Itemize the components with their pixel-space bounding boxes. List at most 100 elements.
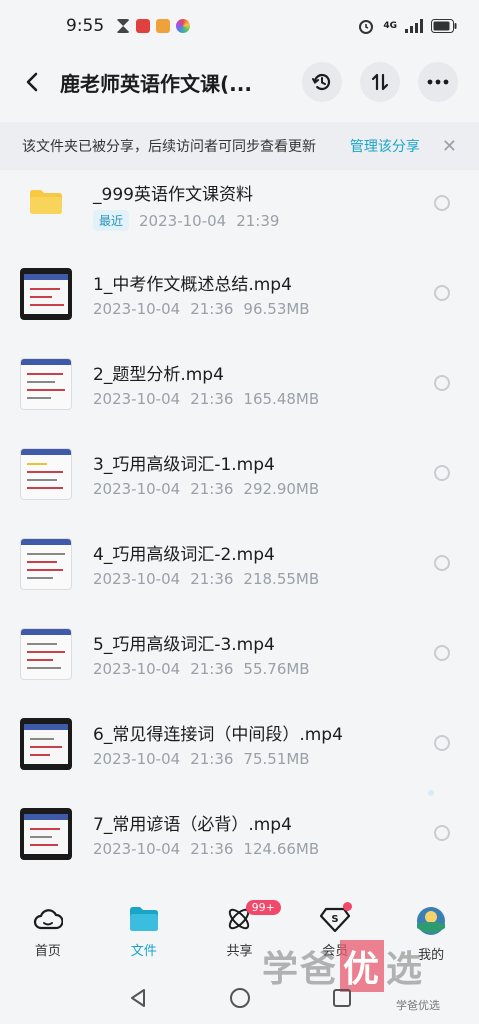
file-size: 75.51MB <box>243 750 310 768</box>
file-meta: 2023-10-04 21:36 96.53MB <box>93 300 310 318</box>
history-button[interactable] <box>302 62 342 102</box>
network-label: 4G <box>383 20 397 31</box>
file-time: 21:36 <box>190 300 234 318</box>
list-item[interactable]: 2_题型分析.mp4 2023-10-04 21:36 165.48MB <box>0 350 479 440</box>
file-name: 7_常用谚语（必背）.mp4 <box>93 815 292 835</box>
status-system-icons: 4G <box>357 17 457 35</box>
file-time: 21:39 <box>236 211 280 230</box>
list-item[interactable]: 7_常用谚语（必背）.mp4 2023-10-04 21:36 124.66MB <box>0 800 479 890</box>
hourglass-icon <box>116 19 131 33</box>
manage-share-link[interactable]: 管理该分享 <box>350 136 420 156</box>
message-notification-icon <box>156 19 171 33</box>
chevron-left-icon <box>26 72 38 92</box>
back-button[interactable] <box>18 68 46 96</box>
select-radio[interactable] <box>434 375 450 391</box>
select-radio[interactable] <box>434 555 450 571</box>
select-radio[interactable] <box>434 195 450 211</box>
page-title: 鹿老师英语作文课(... <box>60 71 252 96</box>
video-thumbnail <box>20 808 72 860</box>
file-time: 21:36 <box>190 390 234 408</box>
file-name: 1_中考作文概述总结.mp4 <box>93 275 292 295</box>
file-date: 2023-10-04 <box>93 660 181 678</box>
list-item[interactable]: _999英语作文课资料 最近 2023-10-04 21:39 <box>0 170 479 260</box>
file-name: 4_巧用高级词汇-2.mp4 <box>93 545 275 565</box>
file-meta: 2023-10-04 21:36 292.90MB <box>93 480 319 498</box>
list-item[interactable]: 1_中考作文概述总结.mp4 2023-10-04 21:36 96.53MB <box>0 260 479 350</box>
folder-icon <box>30 190 62 214</box>
file-size: 292.90MB <box>243 480 320 498</box>
file-size: 55.76MB <box>243 660 310 678</box>
file-time: 21:36 <box>190 750 234 768</box>
file-size: 165.48MB <box>243 390 320 408</box>
file-date: 2023-10-04 <box>93 750 181 768</box>
file-date: 2023-10-04 <box>93 480 181 498</box>
battery-icon <box>431 19 457 33</box>
share-banner: 该文件夹已被分享，后续访问者可同步查看更新 管理该分享 ✕ <box>0 122 479 170</box>
tab-files[interactable]: 文件 <box>96 892 192 972</box>
list-item[interactable]: 3_巧用高级词汇-1.mp4 2023-10-04 21:36 292.90MB <box>0 440 479 530</box>
home-circle-icon[interactable] <box>229 987 251 1009</box>
status-bar: 9:55 4G <box>0 0 479 52</box>
file-date: 2023-10-04 <box>93 390 181 408</box>
notification-badge: 99+ <box>245 900 281 915</box>
signal-icon <box>405 19 423 33</box>
app-notification-icon <box>136 19 151 33</box>
sort-button[interactable] <box>360 62 400 102</box>
file-name: 6_常见得连接词（中间段）.mp4 <box>93 725 343 745</box>
file-time: 21:36 <box>190 660 234 678</box>
list-item[interactable]: 6_常见得连接词（中间段）.mp4 2023-10-04 21:36 75.51… <box>0 710 479 800</box>
select-radio[interactable] <box>434 465 450 481</box>
tab-home[interactable]: 首页 <box>0 892 96 972</box>
select-radio[interactable] <box>434 285 450 301</box>
status-time: 9:55 <box>66 16 105 36</box>
file-name: _999英语作文课资料 <box>93 185 253 205</box>
system-nav-bar <box>0 972 479 1024</box>
file-size: 218.55MB <box>243 570 320 588</box>
tab-label: 首页 <box>34 944 61 959</box>
video-thumbnail <box>20 718 72 770</box>
select-radio[interactable] <box>434 645 450 661</box>
file-meta: 2023-10-04 21:36 165.48MB <box>93 390 319 408</box>
file-time: 21:36 <box>190 570 234 588</box>
file-meta: 最近 2023-10-04 21:39 <box>93 210 279 231</box>
recents-square-icon[interactable] <box>331 987 353 1009</box>
video-thumbnail <box>20 358 72 410</box>
sort-icon <box>371 73 389 91</box>
avatar-icon <box>417 907 446 935</box>
select-radio[interactable] <box>434 825 450 841</box>
file-date: 2023-10-04 <box>139 211 227 230</box>
file-date: 2023-10-04 <box>93 300 181 318</box>
file-meta: 2023-10-04 21:36 124.66MB <box>93 840 319 858</box>
close-icon[interactable]: ✕ <box>442 136 457 157</box>
scroll-indicator[interactable] <box>428 790 434 796</box>
list-item[interactable]: 4_巧用高级词汇-2.mp4 2023-10-04 21:36 218.55MB <box>0 530 479 620</box>
file-date: 2023-10-04 <box>93 840 181 858</box>
list-item[interactable]: 5_巧用高级词汇-3.mp4 2023-10-04 21:36 55.76MB <box>0 620 479 710</box>
back-triangle-icon[interactable] <box>127 987 149 1009</box>
video-thumbnail <box>20 628 72 680</box>
file-meta: 2023-10-04 21:36 75.51MB <box>93 750 310 768</box>
tab-label: 文件 <box>130 944 157 959</box>
file-name: 3_巧用高级词汇-1.mp4 <box>93 455 275 475</box>
file-meta: 2023-10-04 21:36 218.55MB <box>93 570 319 588</box>
file-name: 2_题型分析.mp4 <box>93 365 224 385</box>
more-button[interactable] <box>418 62 458 102</box>
alarm-icon <box>359 20 374 34</box>
file-time: 21:36 <box>190 840 234 858</box>
file-date: 2023-10-04 <box>93 570 181 588</box>
recent-badge: 最近 <box>93 210 130 231</box>
file-size: 124.66MB <box>243 840 320 858</box>
file-size: 96.53MB <box>243 300 310 318</box>
file-name: 5_巧用高级词汇-3.mp4 <box>93 635 275 655</box>
svg-text:S: S <box>332 914 339 925</box>
select-radio[interactable] <box>434 735 450 751</box>
video-thumbnail <box>20 448 72 500</box>
cloud-home-icon <box>33 909 63 930</box>
file-meta: 2023-10-04 21:36 55.76MB <box>93 660 310 678</box>
video-thumbnail <box>20 268 72 320</box>
video-thumbnail <box>20 538 72 590</box>
history-icon <box>312 73 331 91</box>
notification-dot <box>343 902 353 911</box>
file-time: 21:36 <box>190 480 234 498</box>
browser-icon <box>176 19 191 33</box>
